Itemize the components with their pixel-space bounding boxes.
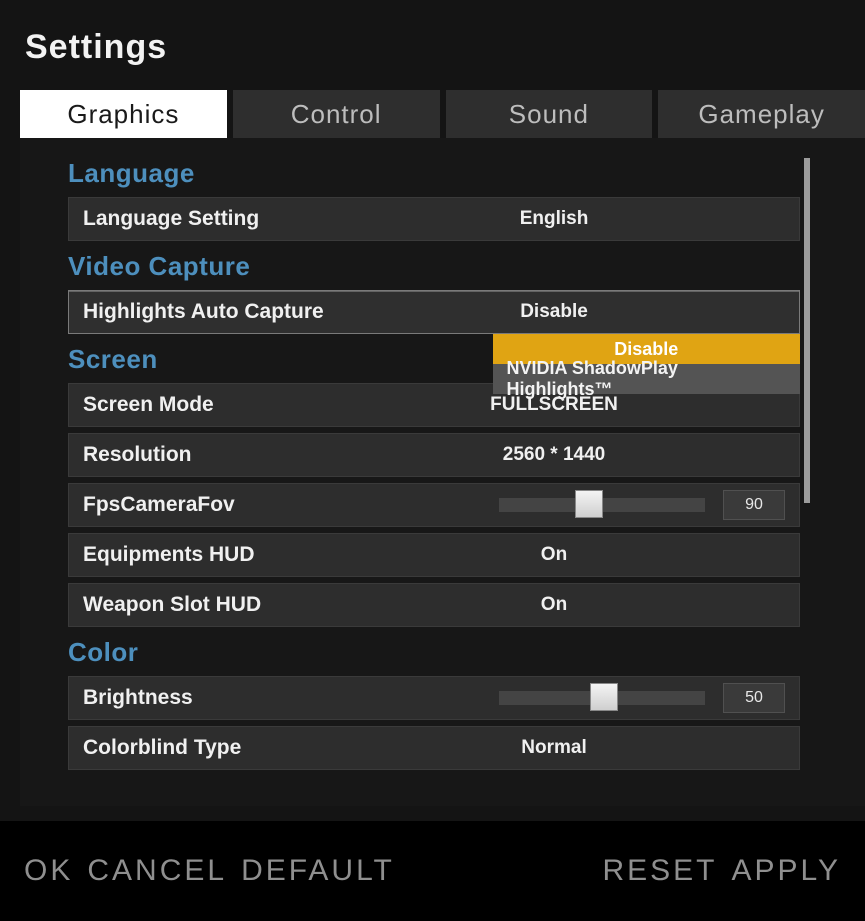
label-language-setting: Language Setting: [83, 207, 259, 231]
value-language-setting: English: [404, 208, 704, 230]
section-language-title: Language: [68, 158, 800, 189]
value-colorblind: Normal: [404, 737, 704, 759]
value-resolution: 2560 * 1440: [404, 444, 704, 466]
label-fov: FpsCameraFov: [83, 493, 235, 517]
reset-button[interactable]: RESET: [602, 854, 717, 888]
label-colorblind: Colorblind Type: [83, 736, 241, 760]
footer-right: RESET APPLY: [602, 854, 841, 888]
default-button[interactable]: DEFAULT: [241, 854, 395, 888]
label-highlights: Highlights Auto Capture: [83, 300, 324, 324]
slider-brightness-wrap: 50: [499, 683, 785, 713]
row-colorblind[interactable]: Colorblind Type Normal: [68, 726, 800, 770]
scrollbar[interactable]: [804, 158, 810, 503]
row-fov[interactable]: FpsCameraFov 90: [68, 483, 800, 527]
label-weapon-slot-hud: Weapon Slot HUD: [83, 593, 261, 617]
section-video-capture-title: Video Capture: [68, 251, 800, 282]
dropdown-option-shadowplay[interactable]: NVIDIA ShadowPlay Highlights™: [493, 364, 800, 394]
tab-control[interactable]: Control: [233, 90, 440, 138]
row-resolution[interactable]: Resolution 2560 * 1440: [68, 433, 800, 477]
settings-scroll[interactable]: Language Language Setting English Video …: [68, 158, 800, 806]
slider-brightness-track[interactable]: [499, 691, 705, 705]
slider-fov-wrap: 90: [499, 490, 785, 520]
section-color-title: Color: [68, 637, 800, 668]
slider-fov-thumb[interactable]: [575, 490, 603, 518]
row-highlights-auto-capture[interactable]: Highlights Auto Capture Disable: [68, 290, 800, 334]
page-title: Settings: [25, 28, 167, 67]
ok-button[interactable]: OK: [24, 854, 73, 888]
slider-fov-track[interactable]: [499, 498, 705, 512]
tab-sound[interactable]: Sound: [446, 90, 653, 138]
value-equipments-hud: On: [404, 544, 704, 566]
slider-brightness-value[interactable]: 50: [723, 683, 785, 713]
tab-gameplay[interactable]: Gameplay: [658, 90, 865, 138]
settings-panel: Language Language Setting English Video …: [20, 138, 865, 806]
row-weapon-slot-hud[interactable]: Weapon Slot HUD On: [68, 583, 800, 627]
row-equipments-hud[interactable]: Equipments HUD On: [68, 533, 800, 577]
apply-button[interactable]: APPLY: [732, 854, 842, 888]
value-highlights: Disable: [404, 301, 704, 323]
label-equipments-hud: Equipments HUD: [83, 543, 255, 567]
cancel-button[interactable]: CANCEL: [87, 854, 227, 888]
value-weapon-slot-hud: On: [404, 594, 704, 616]
row-brightness[interactable]: Brightness 50: [68, 676, 800, 720]
settings-window: Settings Graphics Control Sound Gameplay…: [0, 0, 865, 921]
label-brightness: Brightness: [83, 686, 193, 710]
tab-bar: Graphics Control Sound Gameplay: [20, 90, 865, 138]
row-language-setting[interactable]: Language Setting English: [68, 197, 800, 241]
slider-brightness-thumb[interactable]: [590, 683, 618, 711]
slider-fov-value[interactable]: 90: [723, 490, 785, 520]
label-screen-mode: Screen Mode: [83, 393, 214, 417]
footer-bar: OK CANCEL DEFAULT RESET APPLY: [0, 821, 865, 921]
label-resolution: Resolution: [83, 443, 192, 467]
tab-graphics[interactable]: Graphics: [20, 90, 227, 138]
dropdown-highlights[interactable]: Disable NVIDIA ShadowPlay Highlights™: [493, 334, 800, 394]
footer-left: OK CANCEL DEFAULT: [24, 854, 395, 888]
